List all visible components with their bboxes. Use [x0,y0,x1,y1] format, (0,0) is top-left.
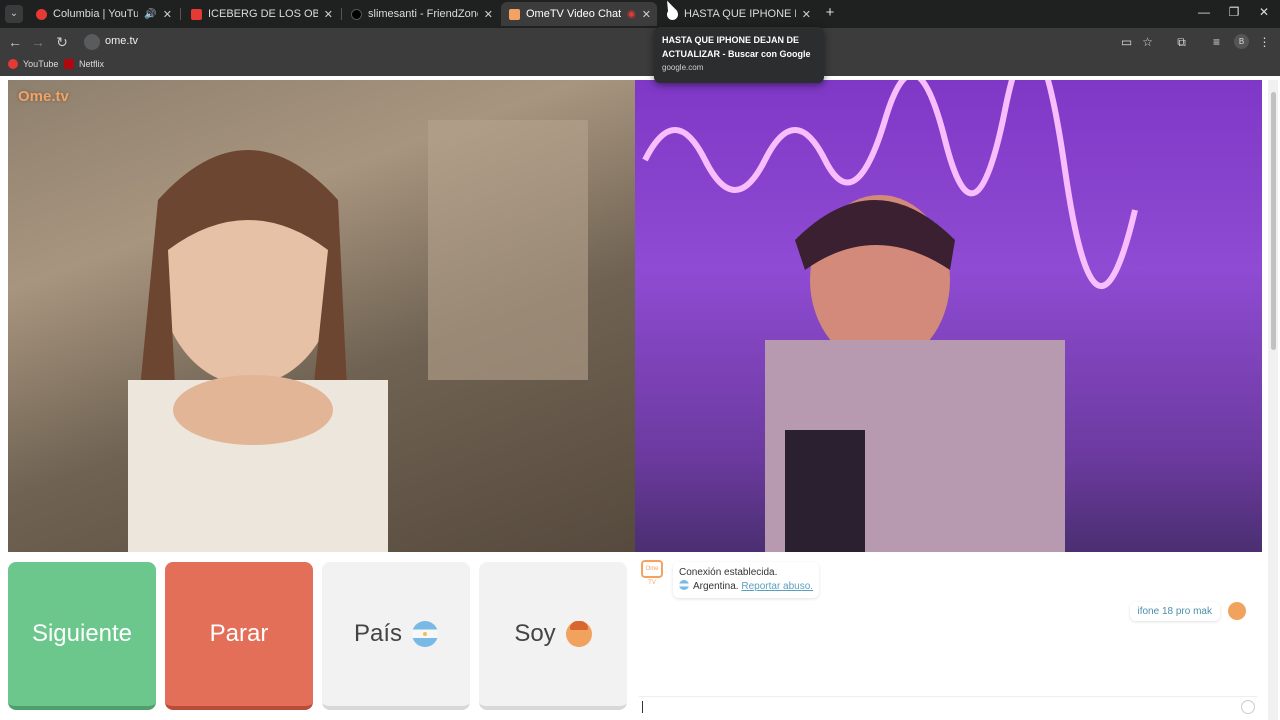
bookmark-netflix[interactable]: Netflix [64,59,104,69]
close-tab-icon[interactable]: ✕ [802,8,811,21]
tab-title: slimesanti - FriendZone by slimesanti [368,8,478,20]
bookmark-label: YouTube [23,59,59,69]
close-tab-icon[interactable]: ✕ [484,8,493,21]
text-caret [642,701,643,713]
tab-google-search[interactable]: HASTA QUE IPHONE DEJAN DE ACTUALIZAR ✕ [659,2,817,26]
youtube-music-icon [36,8,47,20]
remote-video-scene [642,80,1138,552]
forward-button[interactable]: → [30,34,46,50]
close-tab-icon[interactable]: ✕ [324,8,333,21]
next-button[interactable]: Siguiente [8,562,156,710]
ometv-logo: Ome.tv [18,88,69,105]
new-tab-button[interactable]: + [822,5,838,21]
user-avatar-icon [1228,602,1246,620]
boy-emoji-icon [565,621,592,647]
restore-button[interactable]: ❐ [1225,5,1243,19]
recording-icon: ◉ [627,8,636,20]
site-info-icon[interactable] [84,34,100,50]
bookmark-star-icon[interactable]: ☆ [1141,36,1154,49]
reload-button[interactable]: ↻ [54,34,70,51]
tab-youtube-music[interactable]: Columbia | YouTube Music 🔊 ✕ [28,2,178,26]
argentina-flag-icon [412,621,439,647]
tiktok-icon [351,8,362,20]
address-bar[interactable]: ome.tv [80,31,1110,53]
netflix-icon [64,59,74,69]
scrollbar-thumb[interactable] [1271,92,1276,350]
report-abuse-link[interactable]: Reportar abuso. [741,581,813,592]
minimize-button[interactable]: — [1195,5,1213,19]
back-button[interactable]: ← [7,34,23,50]
argentina-flag-icon [679,580,689,590]
page-content: Ome.tv Siguiente Parar País Soy Ome TV C… [0,76,1280,720]
tab-title: Columbia | YouTube Music [53,8,139,20]
emoji-picker-icon[interactable] [1241,700,1255,714]
menu-icon[interactable]: ⋮ [1258,36,1271,49]
next-button-label: Siguiente [31,620,133,647]
tooltip-title: HASTA QUE IPHONE DEJAN DE ACTUALIZAR - B… [662,35,811,59]
connection-status-text: Conexión establecida. [679,567,778,578]
ometv-chat-logo: Ome TV [641,560,663,586]
tab-separator [341,8,342,20]
tab-title: ICEBERG DE LOS OBJETOS PERDIDOS [208,8,318,20]
tab-strip: ⌄ Columbia | YouTube Music 🔊 ✕ ICEBERG D… [0,0,1280,28]
system-message: Conexión establecida. Argentina. Reporta… [673,562,820,598]
audio-playing-icon[interactable]: 🔊 [144,9,156,20]
gender-button-label: Soy [514,620,556,647]
cast-icon[interactable]: ▭ [1120,36,1133,49]
bookmarks-bar: YouTube Netflix [0,56,1280,76]
local-video: Ome.tv [8,80,635,552]
ometv-icon [509,8,520,20]
bookmark-youtube[interactable]: YouTube [8,59,58,69]
tab-ometv[interactable]: OmeTV Video Chat — Omegle ◉ ✕ [501,2,657,26]
country-button-label: País [353,620,403,647]
tab-title: OmeTV Video Chat — Omegle [526,8,622,20]
bookmark-label: Netflix [79,59,105,69]
youtube-icon [191,8,202,20]
tab-title: HASTA QUE IPHONE DEJAN DE ACTUALIZAR [684,8,796,20]
profile-avatar[interactable]: B [1234,34,1249,49]
url-text: ome.tv [105,35,139,47]
extensions-icon[interactable]: ⧉ [1175,36,1188,49]
close-tab-icon[interactable]: ✕ [163,8,172,21]
browser-toolbar: ← → ↻ ome.tv ▭ ☆ ⧉ ≡ ⋮ [0,28,1280,56]
page-scrollbar[interactable] [1268,80,1278,720]
stop-button[interactable]: Parar [165,562,313,710]
tab-hover-tooltip: HASTA QUE IPHONE DEJAN DE ACTUALIZAR - B… [654,27,824,83]
country-button[interactable]: País [322,562,470,710]
youtube-icon [8,59,18,69]
tab-separator [180,8,181,20]
remote-video [635,80,1262,552]
local-video-scene [128,120,588,552]
close-window-button[interactable]: ✕ [1255,5,1273,19]
media-control-icon[interactable]: ≡ [1210,36,1223,49]
chat-panel: Ome TV Conexión establecida. Argentina. … [635,556,1262,720]
tab-tiktok[interactable]: slimesanti - FriendZone by slimesanti ✕ [343,2,499,26]
partner-country-text: Argentina. [693,581,739,592]
gender-button[interactable]: Soy [479,562,627,710]
chat-message-input[interactable] [639,696,1257,714]
tooltip-url: google.com [662,63,704,72]
tab-search-button[interactable]: ⌄ [5,5,23,23]
user-chat-message: ifone 18 pro mak [1129,602,1220,621]
close-tab-icon[interactable]: ✕ [642,8,651,21]
stop-button-label: Parar [209,620,269,647]
tab-iceberg[interactable]: ICEBERG DE LOS OBJETOS PERDIDOS ✕ [183,2,339,26]
